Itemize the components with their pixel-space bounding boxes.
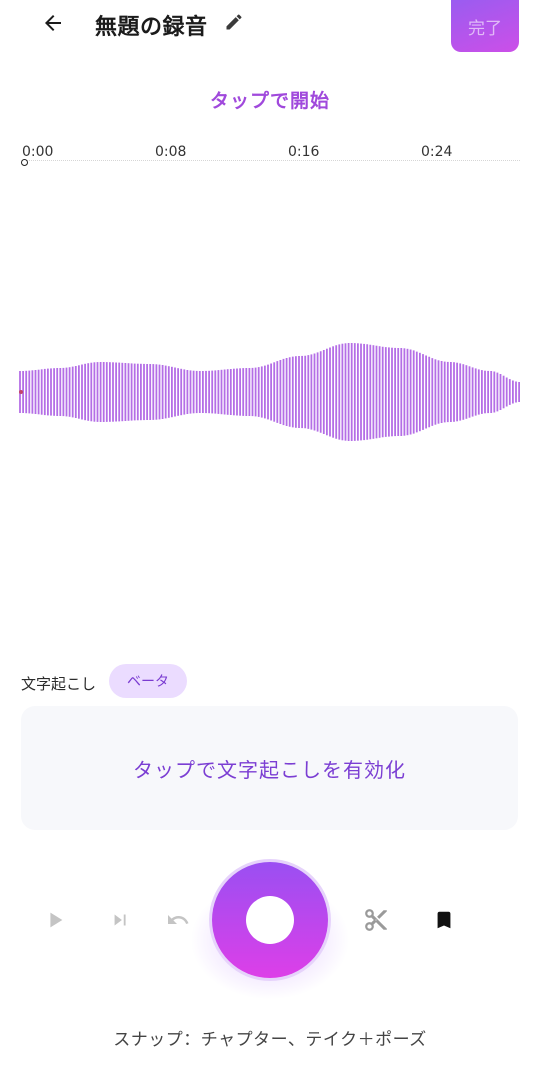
bookmark-icon bbox=[437, 911, 451, 929]
playhead[interactable] bbox=[21, 159, 28, 166]
skip-next-icon bbox=[114, 914, 126, 926]
timeline-ruler: 0:00 0:08 0:16 0:24 bbox=[0, 140, 540, 170]
timeline-line bbox=[22, 160, 520, 162]
enable-transcription-text: タップで文字起こしを有効化 bbox=[133, 757, 406, 782]
record-button[interactable] bbox=[212, 862, 328, 978]
tap-to-start-prompt[interactable]: タップで開始 bbox=[0, 86, 540, 113]
record-dot-icon bbox=[246, 896, 294, 944]
audio-waveform[interactable] bbox=[0, 300, 540, 490]
bookmark-button[interactable] bbox=[430, 904, 458, 936]
transcription-label: 文字起こし bbox=[21, 675, 97, 693]
beta-badge: ベータ bbox=[109, 664, 187, 698]
app-header: 無題の録音 完了 bbox=[0, 0, 540, 56]
page-title: 無題の録音 bbox=[95, 15, 208, 40]
pencil-icon bbox=[226, 14, 242, 30]
trim-button[interactable] bbox=[360, 904, 392, 936]
back-button[interactable] bbox=[36, 8, 70, 38]
play-icon bbox=[50, 912, 63, 928]
waveform-cursor-dot bbox=[19, 390, 23, 394]
timeline-label: 0:08 bbox=[155, 144, 187, 160]
skip-to-end-button[interactable] bbox=[106, 905, 136, 935]
scissors-icon bbox=[365, 909, 387, 931]
done-button[interactable]: 完了 bbox=[451, 0, 519, 52]
arrow-left-icon bbox=[45, 15, 61, 31]
timeline-label: 0:24 bbox=[421, 144, 453, 160]
play-button[interactable] bbox=[40, 905, 70, 935]
enable-transcription-card[interactable]: タップで文字起こしを有効化 bbox=[21, 706, 518, 830]
rename-button[interactable] bbox=[222, 10, 246, 34]
timeline-label: 0:00 bbox=[22, 144, 54, 160]
undo-button[interactable] bbox=[162, 905, 194, 935]
timeline-label: 0:16 bbox=[288, 144, 320, 160]
undo-icon bbox=[168, 915, 189, 924]
snap-mode-text[interactable]: スナップ：チャプター、テイク＋ポーズ bbox=[0, 1025, 540, 1050]
